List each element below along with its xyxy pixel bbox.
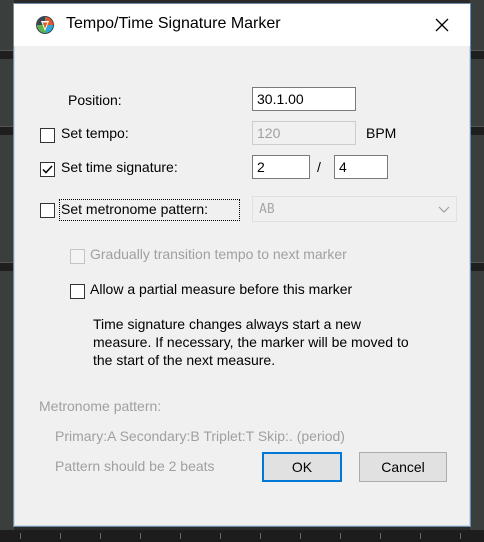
time-signature-separator: / — [317, 159, 321, 175]
title-bar[interactable]: Tempo/Time Signature Marker — [14, 4, 470, 46]
metronome-pattern-select[interactable]: AB — [252, 196, 457, 222]
position-label: Position: — [68, 92, 122, 108]
set-metronome-pattern-checkbox[interactable] — [40, 203, 55, 218]
track-lane — [0, 50, 14, 59]
note-line: the start of the next measure. — [93, 352, 276, 368]
time-signature-numerator-input[interactable]: 2 — [252, 155, 310, 179]
metronome-help-heading: Metronome pattern: — [39, 398, 162, 414]
set-metronome-pattern-label: Set metronome pattern: — [61, 201, 209, 217]
note-line: measure. If necessary, the marker will b… — [93, 334, 409, 350]
track-lane — [470, 262, 484, 271]
track-lane — [0, 262, 14, 271]
time-signature-note: Time signature changes always start a ne… — [93, 315, 409, 369]
reaper-logo-icon — [36, 16, 54, 34]
tempo-marker-dialog: Tempo/Time Signature Marker Position: 30… — [13, 3, 471, 527]
set-time-signature-checkbox[interactable] — [40, 162, 55, 177]
close-button[interactable] — [424, 8, 460, 42]
track-lane — [470, 126, 484, 135]
checkmark-icon — [42, 165, 53, 174]
gradual-transition-checkbox[interactable] — [70, 249, 85, 264]
tempo-input[interactable]: 120 — [252, 121, 356, 145]
dialog-title: Tempo/Time Signature Marker — [66, 15, 281, 32]
set-tempo-checkbox[interactable] — [40, 128, 55, 143]
partial-measure-label: Allow a partial measure before this mark… — [90, 281, 353, 297]
metronome-pattern-value: AB — [259, 202, 275, 217]
gradual-transition-label: Gradually transition tempo to next marke… — [90, 246, 347, 262]
track-lane — [470, 50, 484, 59]
cancel-button[interactable]: Cancel — [359, 452, 447, 482]
tempo-unit-label: BPM — [366, 125, 397, 141]
partial-measure-checkbox[interactable] — [70, 284, 85, 299]
set-tempo-label: Set tempo: — [61, 125, 129, 141]
ok-button[interactable]: OK — [262, 452, 342, 482]
time-signature-denominator-input[interactable]: 4 — [334, 155, 388, 179]
chevron-down-icon — [438, 206, 450, 213]
metronome-help-line: Pattern should be 2 beats — [55, 458, 215, 474]
set-time-signature-label: Set time signature: — [61, 159, 178, 175]
position-input[interactable]: 30.1.00 — [252, 87, 356, 111]
close-icon — [435, 18, 449, 32]
metronome-help-line: Primary:A Secondary:B Triplet:T Skip:. (… — [55, 428, 345, 444]
timeline-ruler — [0, 530, 484, 542]
note-line: Time signature changes always start a ne… — [93, 316, 361, 332]
track-lane — [0, 126, 14, 135]
